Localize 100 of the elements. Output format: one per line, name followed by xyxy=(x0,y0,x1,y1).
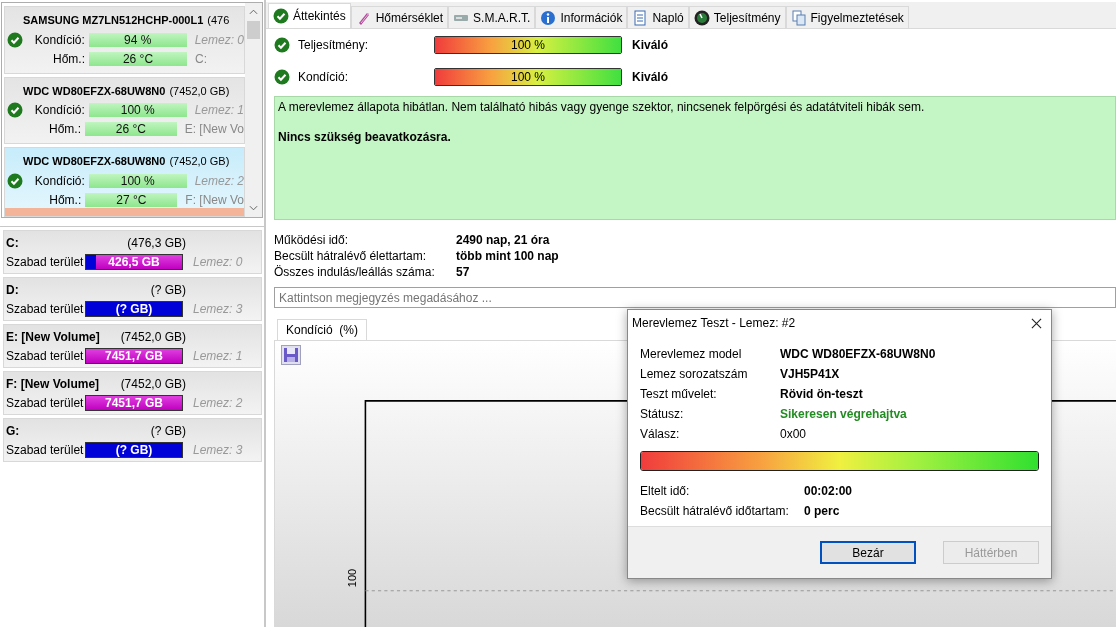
volume-item[interactable]: D: (? GB) Szabad terület (? GB) Lemez: 3 xyxy=(3,277,262,321)
dialog-button[interactable]: Bezár xyxy=(820,541,916,564)
disk-number: Lemez: 0 xyxy=(193,32,244,47)
tab[interactable]: Figyelmeztetések xyxy=(785,6,909,28)
volume-size: (7452,0 GB) xyxy=(120,329,186,344)
field-value: 0 perc xyxy=(804,503,841,520)
status-message: A merevlemez állapota hibátlan. Nem található hibás vagy gyenge szektor, nincsenek felpörgési és adatátviteli hibák sem. xyxy=(278,100,925,114)
field-value: Sikeresen végrehajtva xyxy=(780,406,908,423)
free-space-label: Szabad terület xyxy=(6,255,85,269)
health-bar: 100 % xyxy=(88,173,187,188)
tab[interactable]: Teljesítmény xyxy=(688,6,786,28)
temperature-label: Hőm.: xyxy=(52,51,86,66)
free-space-bar: 7451,7 GB xyxy=(85,348,183,364)
field-label: Lemez sorozatszám xyxy=(640,366,749,383)
disk-item[interactable]: WDC WD80EFZX-68UW8N0 (7452,0 GB) Kondíció: 100 % Lemez: 2 Hőm.: 27 °C F: [New Vo xyxy=(4,147,245,217)
stat-value: több mint 100 nap xyxy=(456,248,560,264)
volume-name: D: xyxy=(6,282,19,297)
field-label: Teszt művelet: xyxy=(640,386,718,403)
health-label: Kondíció: xyxy=(33,103,86,118)
free-space-bar: (? GB) xyxy=(85,301,183,317)
volume-item[interactable]: F: [New Volume] (7452,0 GB) Szabad terület 7451,7 GB Lemez: 2 xyxy=(3,371,262,415)
rating-text: Kiváló xyxy=(631,70,668,84)
volume-size: (7452,0 GB) xyxy=(120,376,186,391)
volume-letters: E: [New Vo xyxy=(183,122,244,137)
tab[interactable]: Áttekintés xyxy=(268,3,351,28)
document-icon xyxy=(632,9,649,26)
free-space-label: Szabad terület xyxy=(6,396,85,410)
check-icon xyxy=(273,8,289,24)
health-label: Kondíció: xyxy=(33,173,86,188)
tab[interactable]: S.M.A.R.T. xyxy=(448,6,536,28)
volume-size: (? GB) xyxy=(150,282,186,297)
disk-name: SAMSUNG MZ7LN512HCHP-000L1 xyxy=(23,14,204,26)
volume-name: F: [New Volume] xyxy=(6,376,100,391)
volume-letters: F: [New Vo xyxy=(184,192,244,207)
volume-item[interactable]: E: [New Volume] (7452,0 GB) Szabad terület 7451,7 GB Lemez: 1 xyxy=(3,324,262,368)
rating-bar: 100 % xyxy=(434,36,622,54)
disk-number: Lemez: 1 xyxy=(193,103,244,118)
disk-item[interactable]: SAMSUNG MZ7LN512HCHP-000L1 (476 Kondíció: 94 % Lemez: 0 Hőm.: 26 °C C: xyxy=(4,6,245,74)
volume-name: C: xyxy=(6,235,19,250)
scroll-up-icon[interactable] xyxy=(249,9,258,15)
volume-item[interactable]: C: (476,3 GB) Szabad terület 426,5 GB Lemez: 0 xyxy=(3,230,262,274)
free-space-bar: 7451,7 GB xyxy=(85,395,183,411)
volume-size: (? GB) xyxy=(150,423,186,438)
free-space-bar: (? GB) xyxy=(85,442,183,458)
note-field[interactable]: Kattintson megjegyzés megadásához ... xyxy=(274,287,1116,308)
tab[interactable]: Hőmérséklet xyxy=(350,6,449,28)
temperature-bar: 26 °C xyxy=(85,122,177,137)
stat-value: 57 xyxy=(456,264,471,280)
temperature-bar: 27 °C xyxy=(85,192,178,207)
disk-size: (7452,0 GB) xyxy=(169,155,230,168)
tab[interactable]: Napló xyxy=(627,6,689,28)
rating-bar: 100 % xyxy=(434,68,622,86)
info-icon xyxy=(540,9,557,26)
status-message: Nincs szükség beavatkozásra. xyxy=(278,130,451,144)
documents-icon xyxy=(790,9,807,26)
disk-name: WDC WD80EFZX-68UW8N0 xyxy=(23,84,166,97)
close-icon[interactable] xyxy=(1031,317,1042,329)
save-icon[interactable] xyxy=(281,345,301,365)
metric-label: Kondíció: xyxy=(297,70,350,84)
disk-number: Lemez: 3 xyxy=(192,443,243,457)
stat-label: Működési idő: xyxy=(274,232,350,248)
field-label: Merevlemez model xyxy=(640,346,743,363)
scrollbar[interactable] xyxy=(245,3,262,217)
dialog-title: Merevlemez Teszt - Lemez: #2 xyxy=(632,316,796,330)
temperature-bar: 26 °C xyxy=(89,51,187,66)
disk-size: (7452,0 GB) xyxy=(169,84,230,97)
disk-number: Lemez: 3 xyxy=(192,302,243,316)
free-space-label: Szabad terület xyxy=(6,349,85,363)
free-space-label: Szabad terület xyxy=(6,443,85,457)
volume-name: G: xyxy=(6,423,20,438)
disk-number: Lemez: 2 xyxy=(192,396,243,410)
free-space-bar: 426,5 GB xyxy=(85,254,183,270)
stat-value: 2490 nap, 21 óra xyxy=(456,232,551,248)
disk-number: Lemez: 2 xyxy=(193,173,244,188)
field-label: Eltelt idő: xyxy=(640,483,691,500)
field-value: VJH5P41X xyxy=(780,366,841,383)
field-value: WDC WD80EFZX-68UW8N0 xyxy=(780,346,937,363)
stat-label: Becsült hátralévő élettartam: xyxy=(274,248,428,264)
tab[interactable]: Információk xyxy=(535,6,628,28)
field-label: Becsült hátralévő időtartam: xyxy=(640,503,790,520)
field-value: Rövid ön-teszt xyxy=(780,386,864,403)
health-bar: 94 % xyxy=(88,32,187,47)
disk-item[interactable]: WDC WD80EFZX-68UW8N0 (7452,0 GB) Kondíció: 100 % Lemez: 1 Hőm.: 26 °C E: [New Vo xyxy=(4,76,245,145)
health-bar: 100 % xyxy=(88,103,187,118)
volume-item[interactable]: G: (? GB) Szabad terület (? GB) Lemez: 3 xyxy=(3,418,262,462)
temperature-label: Hőm.: xyxy=(47,122,82,137)
temperature-label: Hőm.: xyxy=(48,192,83,207)
axis-tick-label: 100 xyxy=(346,568,359,588)
field-label: Válasz: xyxy=(640,426,681,443)
field-value: 00:02:00 xyxy=(804,483,854,500)
disk-size: (476 xyxy=(207,14,230,26)
scroll-down-icon[interactable] xyxy=(249,205,258,211)
volume-size: (476,3 GB) xyxy=(127,235,186,250)
rating-text: Kiváló xyxy=(631,38,668,52)
field-label: Státusz: xyxy=(640,406,685,423)
volume-name: E: [New Volume] xyxy=(6,329,100,344)
gauge-icon xyxy=(693,9,710,26)
chart-tab[interactable]: Kondíció (%) xyxy=(277,319,368,340)
scroll-thumb[interactable] xyxy=(247,21,260,39)
disk-number: Lemez: 0 xyxy=(192,255,243,269)
